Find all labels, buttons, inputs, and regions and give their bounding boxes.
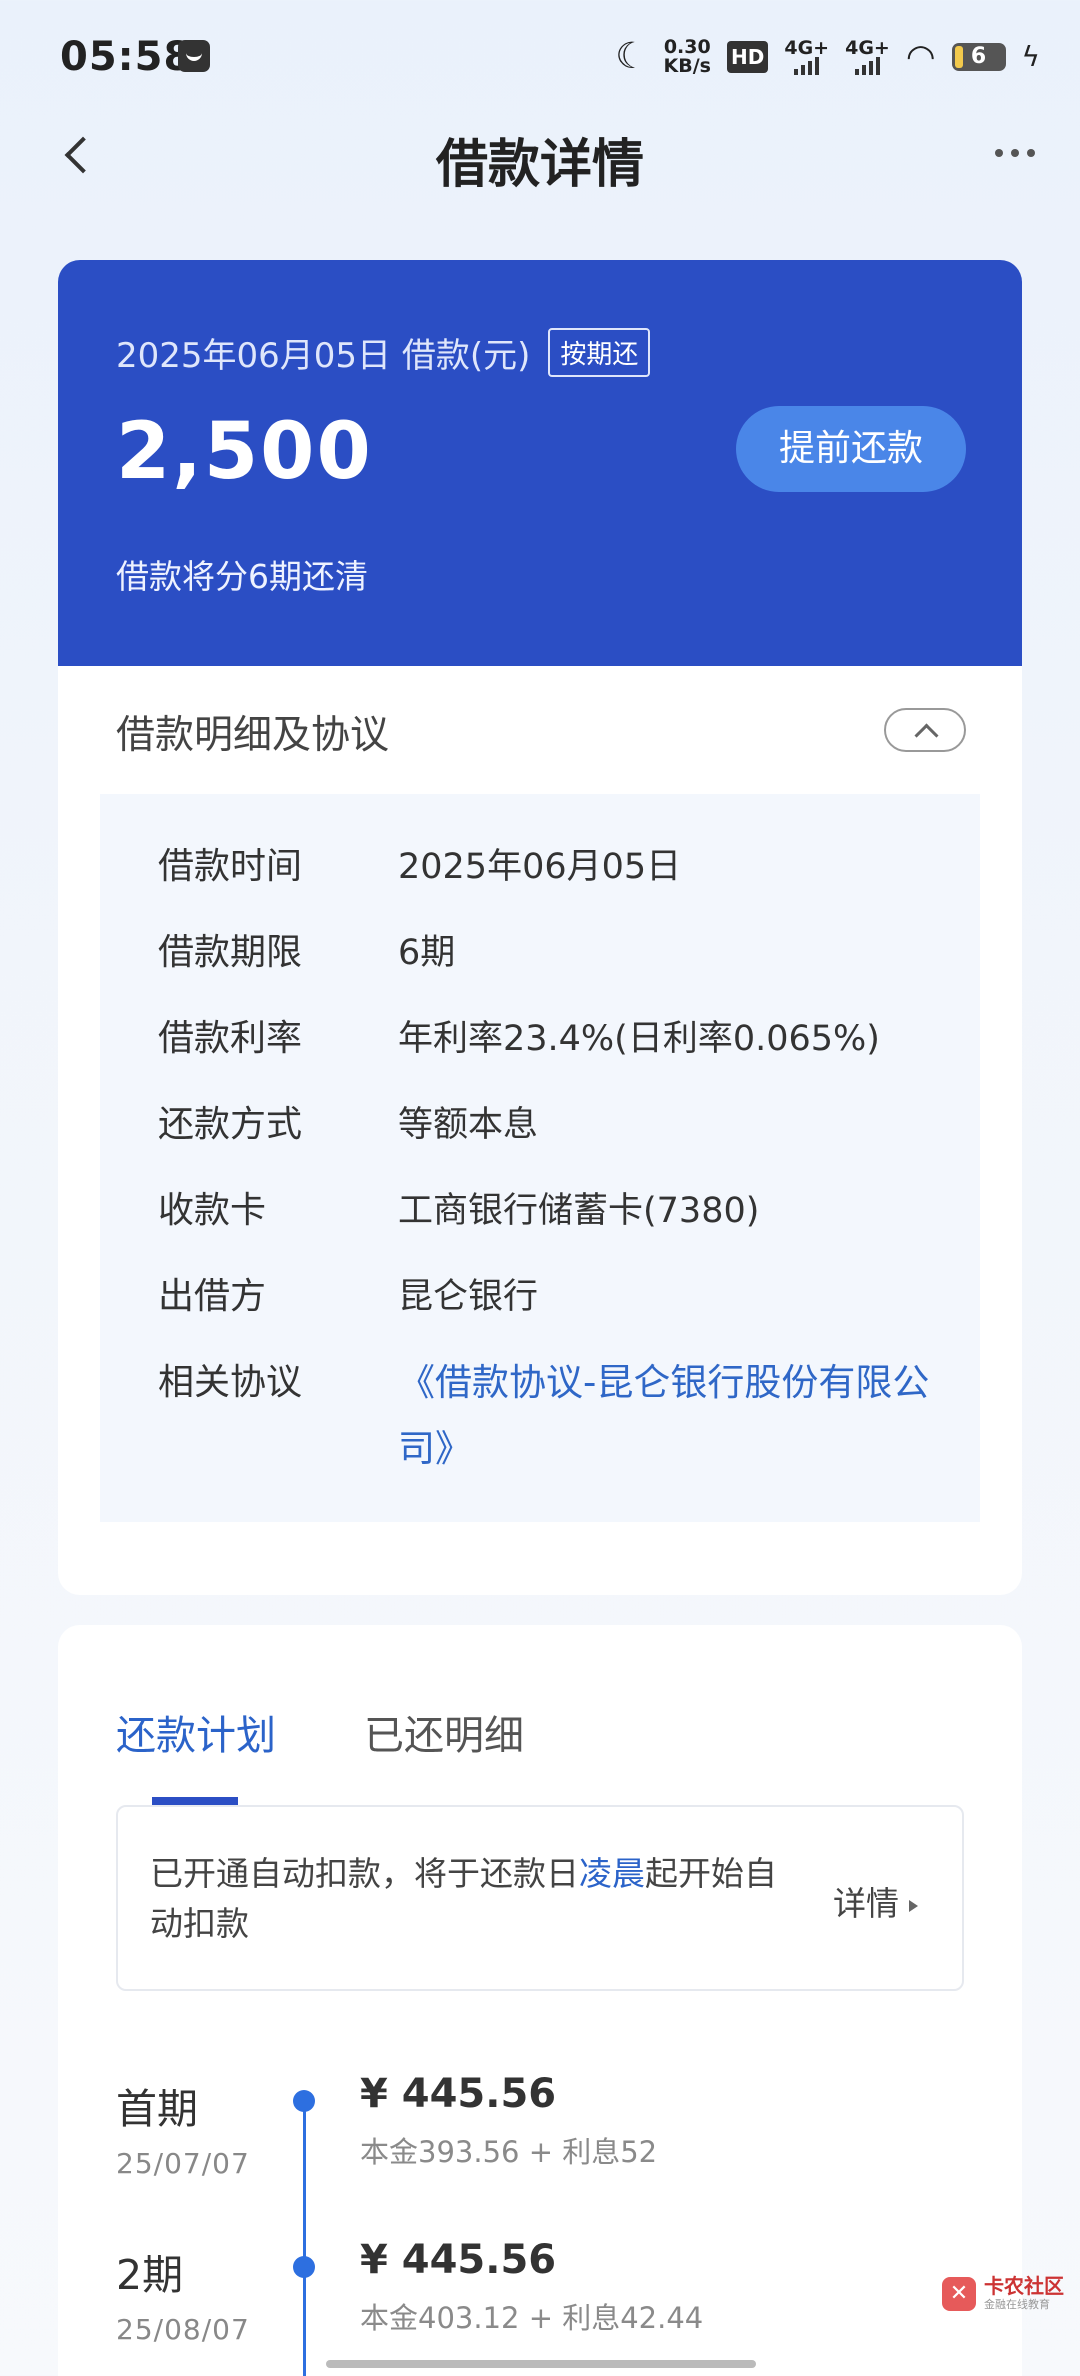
watermark-logo-icon: ✕ xyxy=(942,2277,976,2311)
signal-icon: 4G+ xyxy=(784,38,829,75)
detail-row-method: 还款方式 等额本息 xyxy=(158,1104,539,1145)
status-time: 05:58 xyxy=(60,34,193,80)
home-indicator[interactable] xyxy=(326,2360,756,2368)
details-header[interactable]: 借款明细及协议 xyxy=(58,666,1022,794)
message-icon xyxy=(178,40,210,72)
loan-date-line: 2025年06月05日 借款(元) 按期还 xyxy=(116,328,964,377)
tab-indicator xyxy=(152,1797,238,1805)
detail-row-lender: 出借方 昆仑银行 xyxy=(158,1276,539,1317)
details-list: 借款时间 2025年06月05日 借款期限 6期 借款利率 年利率23.4%(日… xyxy=(100,794,980,1522)
status-bar: 05:58 ☾ 0.30 KB/s HD 4G+ 4G+ ◠ 6 ϟ xyxy=(0,0,1080,110)
status-icons: ☾ 0.30 KB/s HD 4G+ 4G+ ◠ 6 ϟ xyxy=(615,36,1040,77)
autopay-detail-link[interactable]: 详情 xyxy=(833,1877,918,1925)
repay-type-badge: 按期还 xyxy=(548,328,651,377)
hd-icon: HD xyxy=(727,40,769,73)
agreement-link[interactable]: 《借款协议-昆仑银行股份有限公司》 xyxy=(398,1340,958,1482)
wifi-icon: ◠ xyxy=(905,36,936,77)
timeline-dot xyxy=(293,2256,315,2278)
loan-summary: 2025年06月05日 借款(元) 按期还 2,500 提前还款 借款将分6期还… xyxy=(58,260,1022,666)
prepay-button[interactable]: 提前还款 xyxy=(736,406,966,492)
term-item: 首期 25/07/07 xyxy=(116,2085,250,2180)
detail-row-rate: 借款利率 年利率23.4%(日利率0.065%) xyxy=(158,1018,880,1059)
more-icon[interactable] xyxy=(990,138,1040,168)
loan-card: 2025年06月05日 借款(元) 按期还 2,500 提前还款 借款将分6期还… xyxy=(58,260,1022,1595)
battery-icon: 6 xyxy=(951,42,1006,71)
charging-icon: ϟ xyxy=(1021,40,1040,73)
term-payment: ¥ 445.56 本金393.56 + 利息52 xyxy=(360,2071,658,2169)
watermark: ✕ 卡农社区 金融在线教育 xyxy=(942,2276,1064,2312)
page-title: 借款详情 xyxy=(435,135,644,195)
term-item: 2期 25/08/07 xyxy=(116,2251,250,2346)
autopay-notice: 已开通自动扣款，将于还款日凌晨起开始自动扣款 详情 xyxy=(116,1805,964,1991)
details-title: 借款明细及协议 xyxy=(116,713,390,758)
term-payment: ¥ 445.56 本金403.12 + 利息42.44 xyxy=(360,2237,704,2335)
repayment-card: 还款计划 已还明细 已开通自动扣款，将于还款日凌晨起开始自动扣款 详情 首期 2… xyxy=(58,1625,1022,2376)
timeline-line xyxy=(303,2103,306,2376)
do-not-disturb-icon: ☾ xyxy=(615,36,648,77)
detail-row-agreement: 相关协议 《借款协议-昆仑银行股份有限公司》 xyxy=(100,1340,980,1482)
autopay-text: 已开通自动扣款，将于还款日凌晨起开始自动扣款 xyxy=(150,1854,777,1943)
tab-repayment-plan[interactable]: 还款计划 xyxy=(116,1703,276,1761)
signal-icon-2: 4G+ xyxy=(845,38,890,75)
loan-date-label: 2025年06月05日 借款(元) xyxy=(116,336,531,376)
detail-row-time: 借款时间 2025年06月05日 xyxy=(158,846,682,887)
net-speed: 0.30 KB/s xyxy=(663,35,711,77)
timeline-dot xyxy=(293,2090,315,2112)
loan-note: 借款将分6期还清 xyxy=(116,557,368,596)
collapse-button[interactable] xyxy=(884,708,966,752)
tab-paid-details[interactable]: 已还明细 xyxy=(364,1703,524,1761)
nav-bar: 借款详情 xyxy=(0,110,1080,200)
detail-row-term: 借款期限 6期 xyxy=(158,932,456,973)
detail-row-card: 收款卡 工商银行储蓄卡(7380) xyxy=(158,1190,760,1231)
